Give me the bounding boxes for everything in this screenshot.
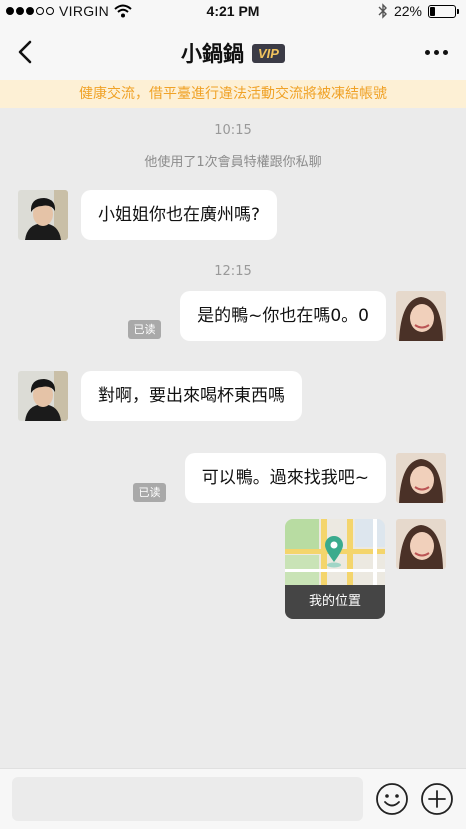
vip-badge: VIP	[252, 43, 285, 63]
message-input[interactable]	[12, 777, 363, 821]
contact-avatar[interactable]	[18, 371, 68, 421]
input-bar	[0, 768, 466, 829]
emoji-icon[interactable]	[375, 782, 409, 816]
message-bubble: 對啊，要出來喝杯東西嗎	[81, 371, 302, 421]
location-message-card[interactable]: 我的位置	[285, 519, 385, 619]
my-avatar[interactable]	[396, 519, 446, 569]
notice-banner: 健康交流，借平臺進行違法活動交流將被凍結帳號	[0, 80, 466, 108]
my-avatar[interactable]	[396, 453, 446, 503]
nav-bar: 小鍋鍋 VIP	[0, 24, 466, 80]
message-bubble: 是的鴨~你也在嗎0。0	[180, 291, 386, 341]
my-avatar[interactable]	[396, 291, 446, 341]
battery-percent: 22%	[393, 3, 422, 19]
timestamp: 12:15	[214, 264, 252, 279]
status-right: 22%	[378, 3, 459, 19]
location-pin-icon	[325, 536, 343, 562]
system-message: 他使用了1次會員特權跟你私聊	[144, 155, 322, 170]
message-bubble: 可以鴨。過來找我吧~	[184, 453, 386, 503]
add-more-icon[interactable]	[420, 782, 454, 816]
timestamp: 10:15	[214, 123, 252, 138]
battery-fill	[430, 6, 436, 16]
location-label: 我的位置	[285, 585, 385, 619]
read-status-badge: 已读	[133, 483, 166, 502]
chat-title: 小鍋鍋 VIP	[0, 38, 466, 68]
bluetooth-icon	[378, 3, 387, 19]
more-options-icon[interactable]	[425, 50, 448, 55]
read-status-badge: 已读	[128, 320, 161, 339]
contact-avatar[interactable]	[18, 190, 68, 240]
status-bar: VIRGIN 4:21 PM 22%	[0, 0, 466, 24]
contact-name: 小鍋鍋	[181, 42, 245, 66]
message-bubble: 小姐姐你也在廣州嗎?	[81, 190, 278, 240]
battery-icon	[428, 4, 459, 18]
